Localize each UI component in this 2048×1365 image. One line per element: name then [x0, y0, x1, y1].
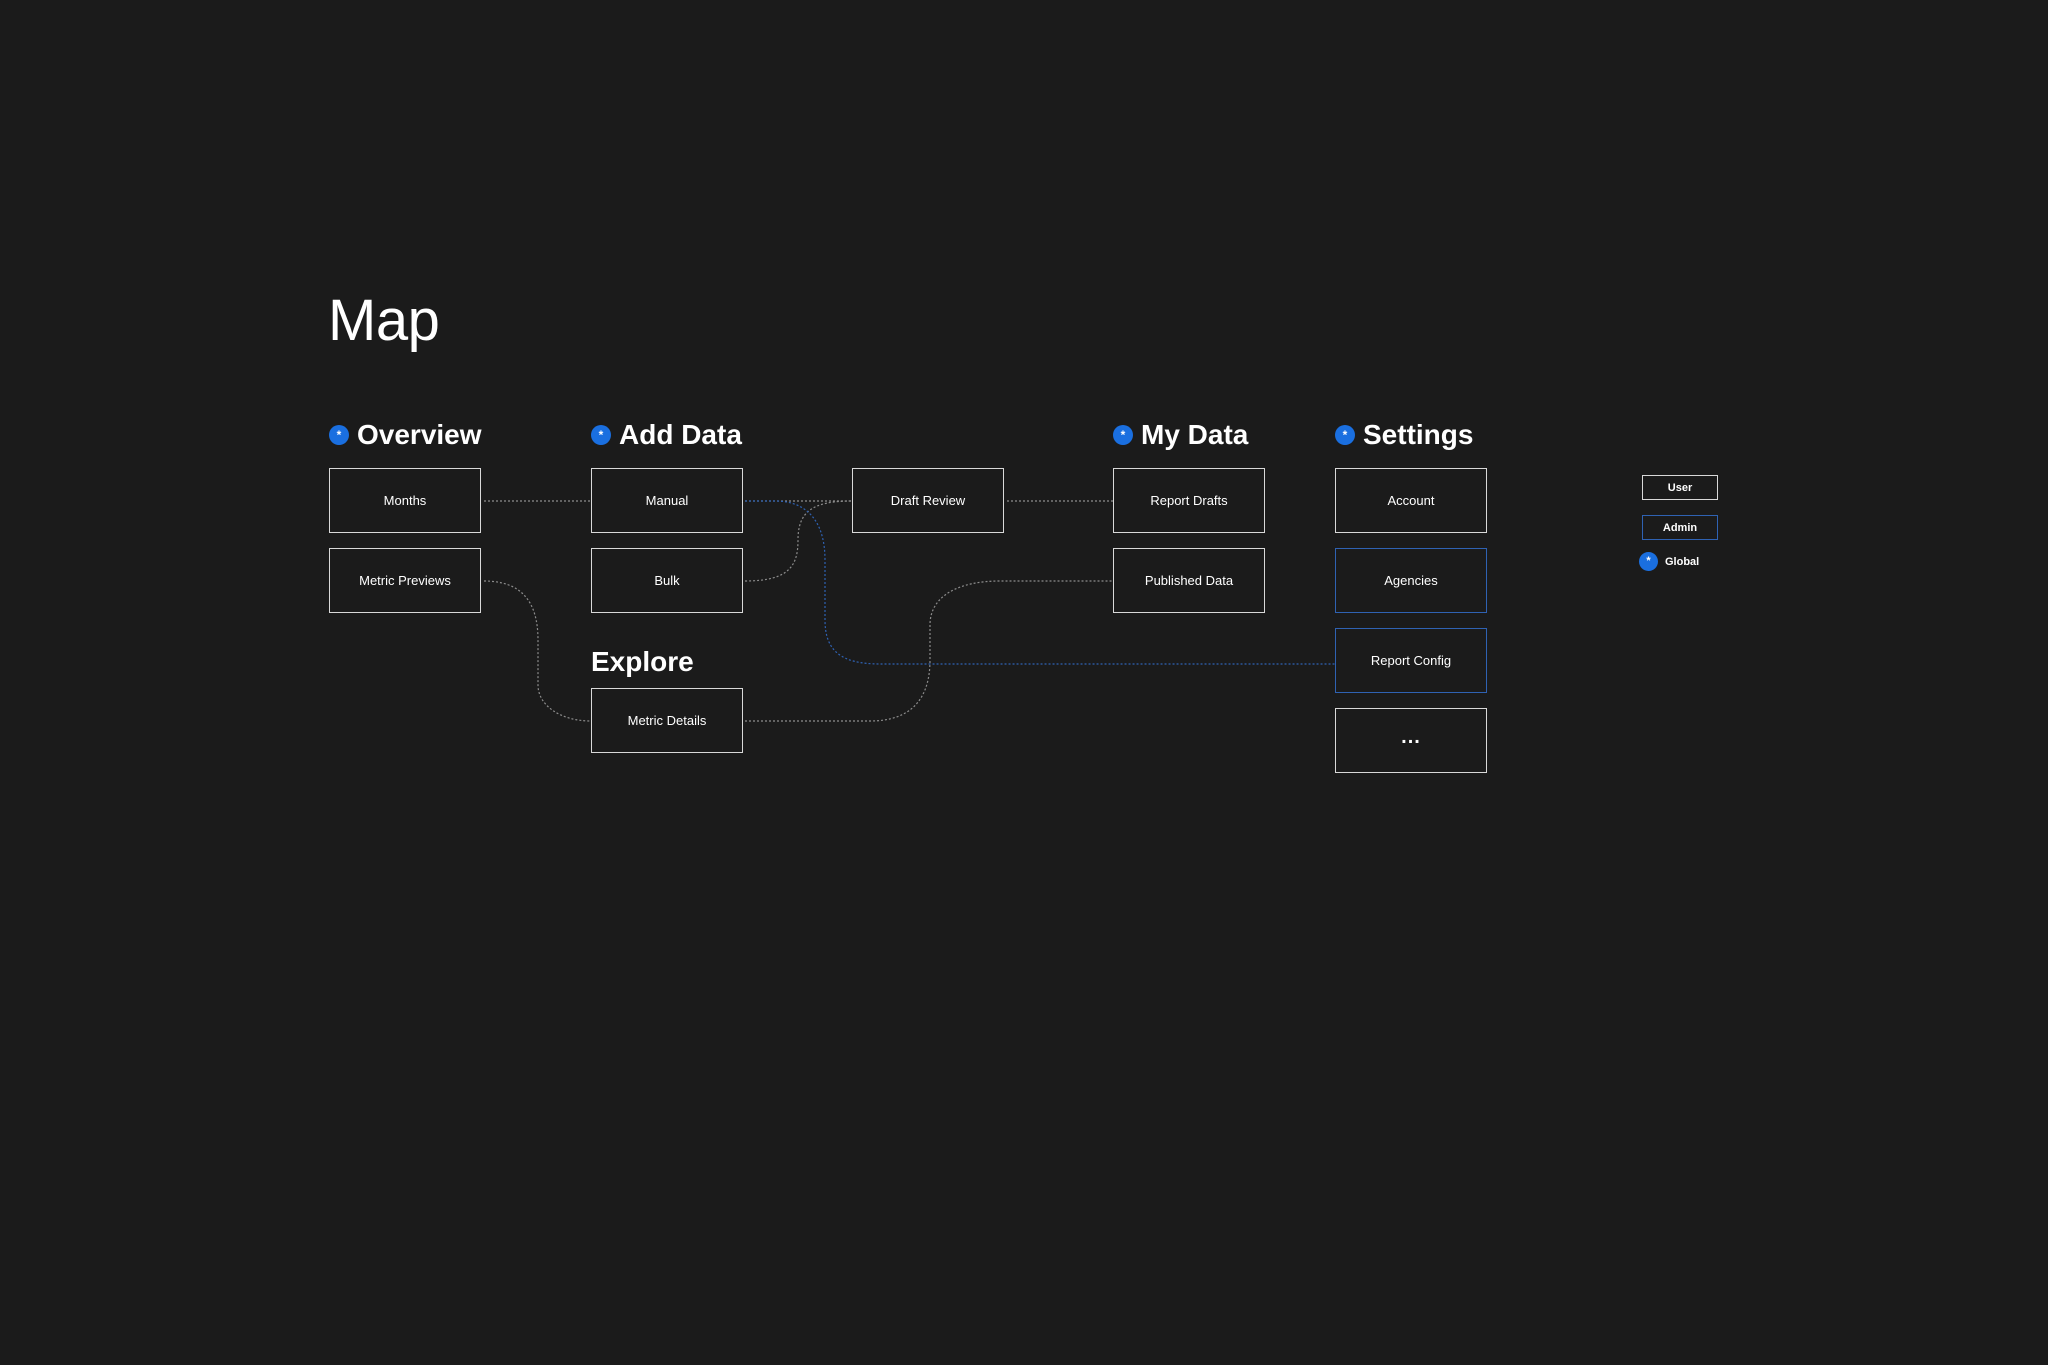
- node-account-label: Account: [1387, 493, 1435, 508]
- global-icon: *: [1335, 425, 1355, 445]
- section-overview: * Overview: [329, 417, 482, 453]
- link-bulk-draft-review: [744, 500, 853, 582]
- section-my-data: * My Data: [1113, 417, 1248, 453]
- node-metric-details[interactable]: Metric Details: [591, 688, 743, 753]
- node-bulk-label: Bulk: [654, 573, 680, 588]
- legend-global-label: Global: [1665, 555, 1700, 568]
- node-report-config[interactable]: Report Config: [1335, 628, 1487, 693]
- node-metric-previews-label: Metric Previews: [359, 573, 451, 588]
- node-more[interactable]: ...: [1335, 708, 1487, 773]
- node-report-config-label: Report Config: [1370, 653, 1452, 668]
- section-add-data: * Add Data: [591, 417, 742, 453]
- node-report-drafts[interactable]: Report Drafts: [1113, 468, 1265, 533]
- node-draft-review[interactable]: Draft Review: [852, 468, 1004, 533]
- node-agencies-label: Agencies: [1384, 573, 1438, 588]
- section-overview-label: Overview: [357, 419, 482, 450]
- node-metric-previews[interactable]: Metric Previews: [329, 548, 481, 613]
- section-add-data-label: Add Data: [619, 419, 742, 450]
- legend-user: User: [1642, 475, 1718, 500]
- section-my-data-label: My Data: [1141, 419, 1249, 450]
- global-icon: *: [591, 425, 611, 445]
- section-settings: * Settings: [1335, 417, 1473, 453]
- more-icon: ...: [1401, 725, 1421, 748]
- node-months[interactable]: Months: [329, 468, 481, 533]
- node-report-drafts-label: Report Drafts: [1150, 493, 1228, 508]
- legend-admin-label: Admin: [1662, 521, 1698, 534]
- section-explore-label: Explore: [591, 646, 694, 677]
- global-icon: *: [1639, 552, 1658, 571]
- legend-user-label: User: [1667, 481, 1693, 494]
- node-published-data[interactable]: Published Data: [1113, 548, 1265, 613]
- legend-global: * Global: [1639, 552, 1699, 571]
- legend-admin: Admin: [1642, 515, 1718, 540]
- node-manual-label: Manual: [645, 493, 689, 508]
- page-title: Map: [328, 288, 440, 353]
- global-icon: *: [1113, 425, 1133, 445]
- section-explore: Explore: [591, 644, 694, 680]
- link-metric-previews-metric-details: [483, 580, 592, 722]
- section-settings-label: Settings: [1363, 419, 1474, 450]
- node-bulk[interactable]: Bulk: [591, 548, 743, 613]
- node-metric-details-label: Metric Details: [627, 713, 707, 728]
- connector-lines: [483, 500, 1335, 722]
- global-icon: *: [329, 425, 349, 445]
- node-draft-review-label: Draft Review: [890, 493, 966, 508]
- node-agencies[interactable]: Agencies: [1335, 548, 1487, 613]
- node-published-data-label: Published Data: [1144, 573, 1234, 588]
- node-manual[interactable]: Manual: [591, 468, 743, 533]
- node-account[interactable]: Account: [1335, 468, 1487, 533]
- link-metric-details-published-data: [745, 580, 1113, 722]
- node-months-label: Months: [383, 493, 427, 508]
